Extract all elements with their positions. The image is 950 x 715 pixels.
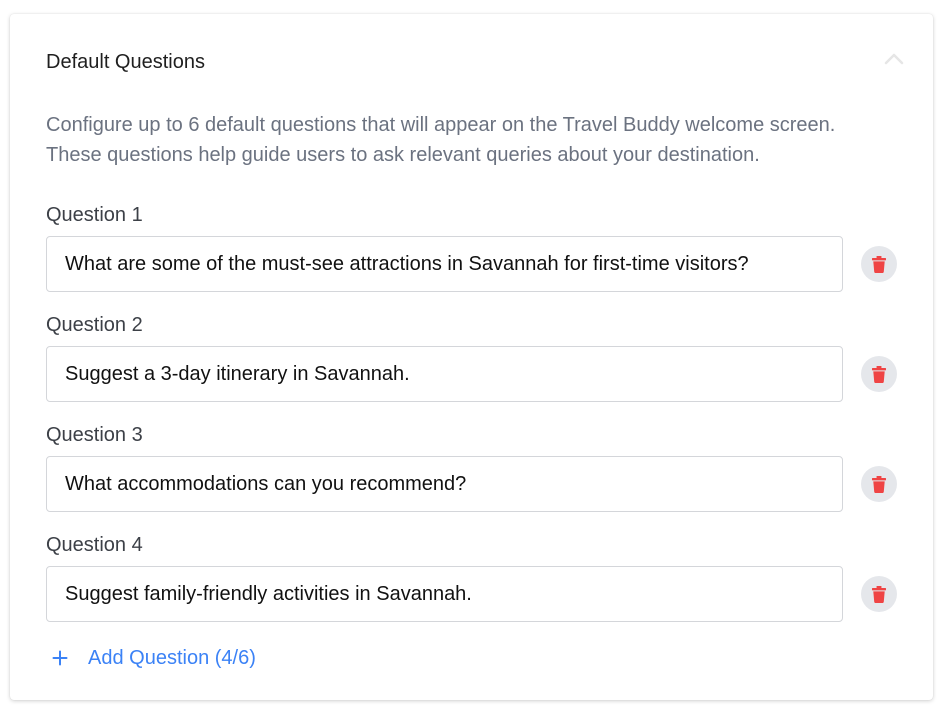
trash-icon — [872, 585, 886, 603]
delete-question-button[interactable] — [861, 576, 897, 612]
question-input[interactable] — [46, 346, 843, 402]
question-row — [46, 566, 906, 622]
section-title: Default Questions — [46, 51, 205, 73]
add-question-button[interactable]: Add Question (4/6) — [50, 641, 256, 675]
default-questions-card: Default Questions Configure up to 6 defa… — [10, 14, 933, 700]
trash-icon — [872, 475, 886, 493]
question-label: Question 1 — [46, 204, 143, 226]
question-row — [46, 346, 906, 402]
question-input[interactable] — [46, 566, 843, 622]
question-label: Question 3 — [46, 424, 143, 446]
add-question-label: Add Question (4/6) — [88, 646, 256, 669]
question-item: Question 3 — [46, 424, 906, 512]
delete-question-button[interactable] — [861, 246, 897, 282]
question-input[interactable] — [46, 456, 843, 512]
question-label: Question 4 — [46, 534, 143, 556]
question-item: Question 2 — [46, 314, 906, 402]
trash-icon — [872, 365, 886, 383]
section-header[interactable]: Default Questions — [10, 14, 933, 110]
question-row — [46, 236, 906, 292]
question-input[interactable] — [46, 236, 843, 292]
question-item: Question 1 — [46, 204, 906, 292]
trash-icon — [872, 255, 886, 273]
question-row — [46, 456, 906, 512]
question-label: Question 2 — [46, 314, 143, 336]
section-description: Configure up to 6 default questions that… — [46, 114, 836, 166]
plus-icon — [50, 648, 70, 668]
delete-question-button[interactable] — [861, 356, 897, 392]
collapse-button[interactable] — [879, 44, 909, 74]
delete-question-button[interactable] — [861, 466, 897, 502]
question-item: Question 4 — [46, 534, 906, 622]
chevron-up-icon — [884, 53, 904, 65]
